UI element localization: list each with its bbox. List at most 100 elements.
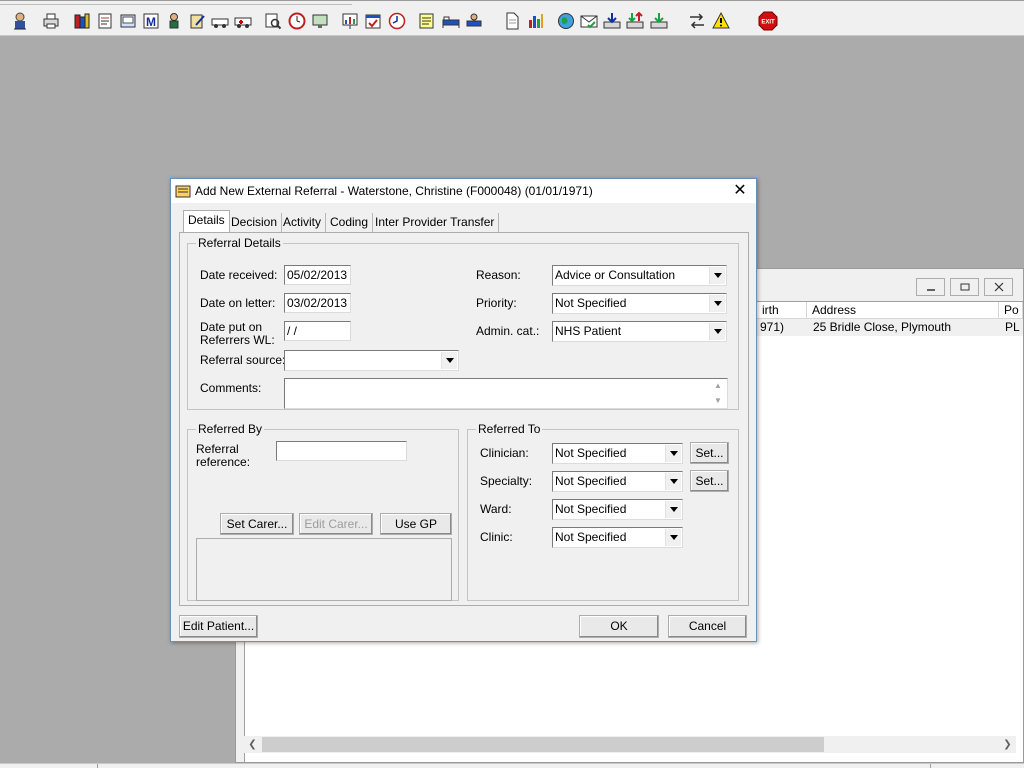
main-toolbar: M EXIT <box>0 0 1024 36</box>
referred-by-label: Referred By <box>196 422 265 436</box>
priority-select[interactable]: Not Specified <box>552 293 727 314</box>
referrers-wl-label: Referrers WL: <box>200 333 275 347</box>
carer-details-box <box>196 538 452 601</box>
edit-carer-button[interactable]: Edit Carer... <box>299 513 373 535</box>
person-search-icon[interactable] <box>9 9 31 32</box>
letter-m-icon[interactable]: M <box>140 9 162 32</box>
reason-select[interactable]: Advice or Consultation <box>552 265 727 286</box>
monitor-icon[interactable] <box>309 9 331 32</box>
scroll-right-icon[interactable]: ❯ <box>999 736 1016 753</box>
horizontal-scrollbar[interactable]: ❮ ❯ <box>244 736 1016 753</box>
tab-activity[interactable]: Activity <box>279 213 327 233</box>
notepad-icon[interactable] <box>94 9 116 32</box>
chevron-down-icon[interactable] <box>709 267 725 284</box>
ward-icon[interactable] <box>463 9 485 32</box>
status-bar <box>0 763 1024 768</box>
reason-value: Advice or Consultation <box>555 268 676 282</box>
chevron-down-icon[interactable] <box>709 323 725 340</box>
clinic-select[interactable]: Not Specified <box>552 527 683 548</box>
chevron-down-icon[interactable] <box>665 501 681 518</box>
notes-icon[interactable] <box>416 9 438 32</box>
calendar-check-icon[interactable] <box>362 9 384 32</box>
dialog-title: Add New External Referral - Waterstone, … <box>195 184 593 198</box>
date-received-field[interactable]: 05/02/2013 <box>284 265 351 285</box>
scroll-left-icon[interactable]: ❮ <box>244 736 261 753</box>
chevron-down-icon[interactable] <box>665 445 681 462</box>
referral-source-select[interactable] <box>284 350 459 371</box>
set-clinician-button[interactable]: Set... <box>690 442 729 464</box>
restore-button[interactable] <box>950 278 979 296</box>
page-icon[interactable] <box>501 9 523 32</box>
chevron-down-icon[interactable] <box>709 295 725 312</box>
tab-decision[interactable]: Decision <box>227 213 283 233</box>
date-put-on-wl-label: Date put on <box>200 320 263 334</box>
search-doc-icon[interactable] <box>262 9 284 32</box>
clinic-label: Clinic: <box>480 530 513 544</box>
document-view-icon[interactable] <box>117 9 139 32</box>
tab-details[interactable]: Details <box>183 210 230 233</box>
referral-reference-field[interactable] <box>276 441 407 461</box>
column-header-birth[interactable]: irth <box>757 302 807 319</box>
comments-field[interactable]: ▲ ▼ <box>284 378 728 409</box>
dialog-titlebar[interactable]: Add New External Referral - Waterstone, … <box>171 179 756 203</box>
details-tab-panel: Referral Details Date received: 05/02/20… <box>179 232 749 606</box>
table-row-address-cell[interactable]: 25 Bridle Close, Plymouth <box>807 319 999 336</box>
edit-patient-button[interactable]: Edit Patient... <box>179 615 258 638</box>
referral-reference-label-2: reference: <box>196 455 251 469</box>
ambulance-icon[interactable] <box>232 9 254 32</box>
table-row-postcode-cell[interactable]: PL <box>999 319 1023 336</box>
admin-cat-label: Admin. cat.: <box>476 324 540 338</box>
referral-details-group: Referral Details Date received: 05/02/20… <box>187 236 739 410</box>
clinic-value: Not Specified <box>555 530 627 544</box>
envelope-check-icon[interactable] <box>578 9 600 32</box>
clock-refresh-icon[interactable] <box>386 9 408 32</box>
tab-coding[interactable]: Coding <box>326 213 374 233</box>
set-specialty-button[interactable]: Set... <box>690 470 729 492</box>
vehicle-icon[interactable] <box>209 9 231 32</box>
tray-exchange-icon[interactable] <box>624 9 646 32</box>
ward-select[interactable]: Not Specified <box>552 499 683 520</box>
close-icon[interactable]: ✕ <box>727 181 753 201</box>
admin-cat-select[interactable]: NHS Patient <box>552 321 727 342</box>
tray-down-icon[interactable] <box>601 9 623 32</box>
status-divider <box>97 764 98 768</box>
scroll-up-icon[interactable]: ▲ <box>710 380 726 392</box>
referred-to-group: Referred To Clinician: Not Specified Set… <box>467 422 739 601</box>
books-icon[interactable] <box>71 9 93 32</box>
column-header-address[interactable]: Address <box>807 302 999 319</box>
chart-board-icon[interactable] <box>339 9 361 32</box>
clock-icon[interactable] <box>286 9 308 32</box>
scroll-down-icon[interactable]: ▼ <box>710 395 726 407</box>
transfer-arrows-icon[interactable] <box>686 9 708 32</box>
clipboard-edit-icon[interactable] <box>186 9 208 32</box>
chevron-down-icon[interactable] <box>665 529 681 546</box>
close-window-button[interactable] <box>984 278 1013 296</box>
date-put-on-wl-field[interactable]: / / <box>284 321 351 341</box>
globe-icon[interactable] <box>555 9 577 32</box>
warning-icon[interactable] <box>710 9 732 32</box>
ok-button[interactable]: OK <box>579 615 659 638</box>
exit-icon[interactable]: EXIT <box>757 9 779 32</box>
table-row-birth-cell[interactable]: 971) <box>754 319 807 336</box>
tray-exchange-icon[interactable] <box>648 9 670 32</box>
bar-chart-icon[interactable] <box>525 9 547 32</box>
printer-icon[interactable] <box>40 9 62 32</box>
set-carer-button[interactable]: Set Carer... <box>220 513 294 535</box>
minimize-button[interactable] <box>916 278 945 296</box>
comments-label: Comments: <box>200 381 262 395</box>
clinician-select[interactable]: Not Specified <box>552 443 683 464</box>
chevron-down-icon[interactable] <box>665 473 681 490</box>
date-on-letter-field[interactable]: 03/02/2013 <box>284 293 351 313</box>
comments-scrollbar[interactable]: ▲ ▼ <box>710 380 726 407</box>
column-header-postcode[interactable]: Po <box>999 302 1023 319</box>
cancel-button[interactable]: Cancel <box>668 615 747 638</box>
date-received-label: Date received: <box>200 268 278 282</box>
scroll-thumb[interactable] <box>262 737 824 752</box>
patient-icon[interactable] <box>163 9 185 32</box>
use-gp-button[interactable]: Use GP <box>380 513 452 535</box>
chevron-down-icon[interactable] <box>441 352 457 369</box>
bed-icon[interactable] <box>440 9 462 32</box>
specialty-select[interactable]: Not Specified <box>552 471 683 492</box>
tab-inter-provider-transfer[interactable]: Inter Provider Transfer <box>371 213 500 233</box>
specialty-label: Specialty: <box>480 474 533 488</box>
